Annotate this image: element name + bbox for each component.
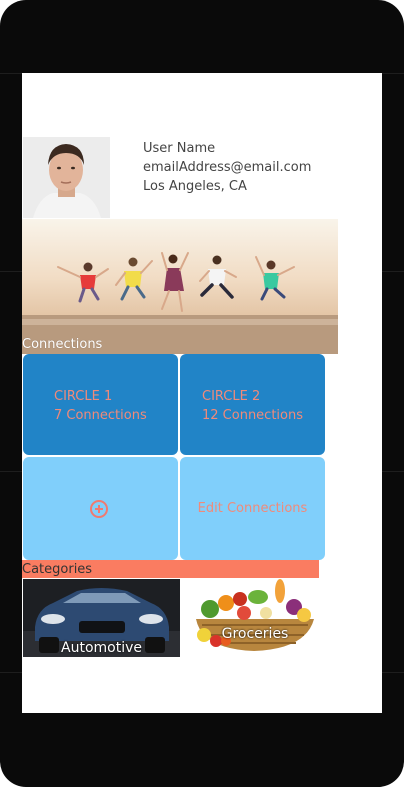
- user-name: User Name: [143, 141, 216, 156]
- profile-avatar[interactable]: [23, 137, 110, 218]
- user-location: Los Angeles, CA: [143, 179, 247, 194]
- profile-info: User Name emailAddress@email.com Los Ang…: [143, 139, 311, 196]
- add-circle-icon: [90, 500, 108, 518]
- edit-connections-tile[interactable]: Edit Connections: [180, 457, 325, 560]
- circle-count: 7 Connections: [54, 408, 147, 423]
- connections-banner-image: [22, 219, 338, 354]
- category-label: Automotive: [61, 640, 142, 656]
- add-circle-tile[interactable]: [23, 457, 178, 560]
- categories-label: Categories: [22, 562, 93, 577]
- circle-name: CIRCLE 2: [202, 389, 261, 404]
- circle-2-tile[interactable]: CIRCLE 2 12 Connections: [180, 354, 325, 455]
- app-screen: User Name emailAddress@email.com Los Ang…: [22, 73, 382, 713]
- connections-grid: CIRCLE 1 7 Connections CIRCLE 2 12 Conne…: [23, 354, 325, 560]
- user-email: emailAddress@email.com: [143, 160, 312, 175]
- circle-1-tile[interactable]: CIRCLE 1 7 Connections: [23, 354, 178, 455]
- category-automotive[interactable]: Automotive: [23, 579, 180, 657]
- category-label: Groceries: [221, 626, 289, 642]
- category-groceries[interactable]: Groceries: [182, 579, 328, 657]
- device-frame: User Name emailAddress@email.com Los Ang…: [0, 0, 404, 787]
- circle-count: 12 Connections: [202, 408, 304, 423]
- connections-label: Connections: [22, 337, 103, 352]
- circle-name: CIRCLE 1: [54, 389, 113, 404]
- edit-connections-label: Edit Connections: [197, 501, 308, 516]
